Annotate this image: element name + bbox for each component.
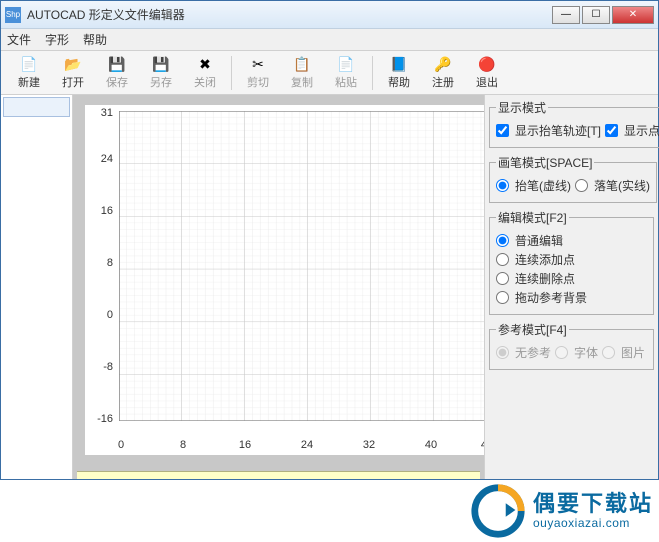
x-tick-label: 32 bbox=[359, 439, 379, 451]
copy-icon: 📋 bbox=[292, 55, 312, 73]
edit-normal-radio[interactable] bbox=[496, 234, 509, 247]
help-icon: 📘 bbox=[389, 55, 409, 73]
close-button[interactable]: ✕ bbox=[612, 6, 654, 24]
pen-up-radio[interactable] bbox=[496, 179, 509, 192]
cut-button[interactable]: ✂剪切 bbox=[238, 53, 278, 93]
show-track-label: 显示抬笔轨迹[T] bbox=[515, 122, 601, 139]
grid-svg bbox=[119, 111, 484, 421]
edit-drag-radio[interactable] bbox=[496, 291, 509, 304]
ref-font-radio bbox=[555, 346, 568, 359]
y-tick-label: 31 bbox=[91, 107, 113, 119]
pen-down-label: 落笔(实线) bbox=[594, 177, 650, 194]
ref-font-label: 字体 bbox=[574, 344, 598, 361]
open-button[interactable]: 📂打开 bbox=[53, 53, 93, 93]
x-tick-label: 16 bbox=[235, 439, 255, 451]
display-mode-group: 显示模式 显示抬笔轨迹[T] 显示点[X] bbox=[489, 99, 659, 148]
watermark-brand: 偶要下载站 bbox=[533, 492, 653, 516]
x-tick-label: 40 bbox=[421, 439, 441, 451]
y-tick-label: 8 bbox=[91, 257, 113, 269]
y-tick-label: 24 bbox=[91, 153, 113, 165]
menu-file[interactable]: 文件 bbox=[7, 31, 31, 48]
status-strip bbox=[77, 471, 480, 479]
x-tick-label: 24 bbox=[297, 439, 317, 451]
maximize-button[interactable]: ☐ bbox=[582, 6, 610, 24]
y-tick-label: -16 bbox=[91, 413, 113, 425]
paste-icon: 📄 bbox=[336, 55, 356, 73]
reference-mode-group: 参考模式[F4] 无参考 字体 图片 bbox=[489, 321, 654, 370]
toolbar: 📄新建 📂打开 💾保存 💾另存 ✖关闭 ✂剪切 📋复制 📄粘贴 📘帮助 🔑注册 … bbox=[1, 51, 658, 95]
app-icon: Shp bbox=[5, 7, 21, 23]
separator bbox=[231, 56, 232, 90]
register-button[interactable]: 🔑注册 bbox=[423, 53, 463, 93]
ref-image-label: 图片 bbox=[621, 344, 645, 361]
paste-button[interactable]: 📄粘贴 bbox=[326, 53, 366, 93]
y-tick-label: 16 bbox=[91, 205, 113, 217]
y-tick-label: 0 bbox=[91, 309, 113, 321]
x-tick-label: 0 bbox=[111, 439, 131, 451]
options-panel: 显示模式 显示抬笔轨迹[T] 显示点[X] 画笔模式[SPACE] 抬笔(虚线)… bbox=[484, 95, 658, 479]
register-icon: 🔑 bbox=[433, 55, 453, 73]
pen-up-label: 抬笔(虚线) bbox=[515, 177, 571, 194]
edit-drag-label: 拖动参考背景 bbox=[515, 289, 587, 306]
window-title: AUTOCAD 形定义文件编辑器 bbox=[27, 6, 552, 23]
ref-none-label: 无参考 bbox=[515, 344, 551, 361]
show-track-checkbox[interactable] bbox=[496, 124, 509, 137]
edit-normal-label: 普通编辑 bbox=[515, 232, 563, 249]
exit-icon: 🔴 bbox=[477, 55, 497, 73]
show-points-label: 显示点[X] bbox=[624, 122, 659, 139]
menu-glyph[interactable]: 字形 bbox=[45, 31, 69, 48]
x-tick-label: 47 bbox=[477, 439, 484, 451]
minimize-button[interactable]: — bbox=[552, 6, 580, 24]
copy-button[interactable]: 📋复制 bbox=[282, 53, 322, 93]
saveas-icon: 💾 bbox=[151, 55, 171, 73]
group-legend: 参考模式[F4] bbox=[496, 321, 569, 338]
watermark-logo-icon bbox=[469, 482, 527, 540]
help-button[interactable]: 📘帮助 bbox=[379, 53, 419, 93]
close-file-icon: ✖ bbox=[195, 55, 215, 73]
cut-icon: ✂ bbox=[248, 55, 268, 73]
pen-down-radio[interactable] bbox=[575, 179, 588, 192]
open-folder-icon: 📂 bbox=[63, 55, 83, 73]
watermark-url: ouyaoxiazai.com bbox=[533, 517, 653, 530]
save-button[interactable]: 💾保存 bbox=[97, 53, 137, 93]
separator bbox=[372, 56, 373, 90]
drawing-grid[interactable]: 31 24 16 8 0 -8 -16 0 8 16 24 32 40 47 bbox=[85, 105, 484, 455]
glyph-list-pane bbox=[1, 95, 73, 479]
close-file-button[interactable]: ✖关闭 bbox=[185, 53, 225, 93]
save-icon: 💾 bbox=[107, 55, 127, 73]
saveas-button[interactable]: 💾另存 bbox=[141, 53, 181, 93]
edit-add-radio[interactable] bbox=[496, 253, 509, 266]
exit-button[interactable]: 🔴退出 bbox=[467, 53, 507, 93]
ref-image-radio bbox=[602, 346, 615, 359]
edit-del-label: 连续删除点 bbox=[515, 270, 575, 287]
x-tick-label: 8 bbox=[173, 439, 193, 451]
menu-bar: 文件 字形 帮助 bbox=[1, 29, 658, 51]
edit-add-label: 连续添加点 bbox=[515, 251, 575, 268]
menu-help[interactable]: 帮助 bbox=[83, 31, 107, 48]
group-legend: 显示模式 bbox=[496, 99, 548, 116]
watermark: 偶要下载站 ouyaoxiazai.com bbox=[469, 482, 653, 540]
edit-del-radio[interactable] bbox=[496, 272, 509, 285]
y-tick-label: -8 bbox=[91, 361, 113, 373]
list-item[interactable] bbox=[3, 97, 70, 117]
pen-mode-group: 画笔模式[SPACE] 抬笔(虚线) 落笔(实线) bbox=[489, 154, 657, 203]
title-bar: Shp AUTOCAD 形定义文件编辑器 — ☐ ✕ bbox=[1, 1, 658, 29]
group-legend: 编辑模式[F2] bbox=[496, 209, 569, 226]
new-button[interactable]: 📄新建 bbox=[9, 53, 49, 93]
group-legend: 画笔模式[SPACE] bbox=[496, 154, 594, 171]
ref-none-radio bbox=[496, 346, 509, 359]
show-points-checkbox[interactable] bbox=[605, 124, 618, 137]
canvas-area: 31 24 16 8 0 -8 -16 0 8 16 24 32 40 47 bbox=[73, 95, 484, 479]
edit-mode-group: 编辑模式[F2] 普通编辑 连续添加点 连续删除点 拖动参考背景 bbox=[489, 209, 654, 315]
new-file-icon: 📄 bbox=[19, 55, 39, 73]
